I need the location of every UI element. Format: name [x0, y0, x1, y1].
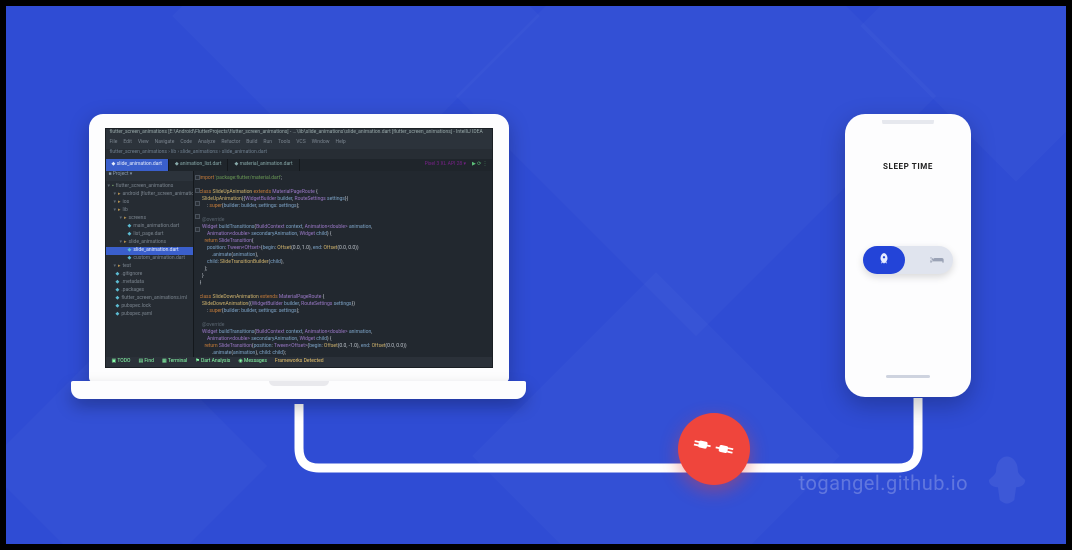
tree-item[interactable]: ◆slide_animation.dart [106, 247, 193, 255]
editor-tab[interactable]: ◆ animation_list.dart [169, 159, 229, 171]
code-line[interactable]: .animate(animation), child: child); [200, 350, 486, 357]
tree-item[interactable]: ◆list_page.dart [106, 231, 193, 239]
watermark-emblem-icon [978, 451, 1036, 514]
menu-build[interactable]: Build [246, 139, 257, 149]
phone: SLEEP TIME [845, 114, 971, 397]
ide-window: flutter_screen_animations [E:\Android\Fl… [105, 128, 493, 368]
tree-item[interactable]: ◆custom_animation.dart [106, 255, 193, 263]
menu-window[interactable]: Window [312, 139, 330, 149]
laptop-screen: flutter_screen_animations [E:\Android\Fl… [89, 114, 509, 382]
code-line[interactable]: : super(builder: builder, settings: sett… [200, 308, 486, 315]
project-tool-window[interactable]: ■ Project ▾ ▾▪flutter_screen_animations▾… [106, 171, 194, 357]
menu-tools[interactable]: Tools [278, 139, 290, 149]
run-target-dropdown[interactable]: Pixel 3 XL API 28 ▾ [425, 161, 466, 169]
tree-item[interactable]: ◆pubspec.yaml [106, 311, 193, 319]
tree-item[interactable]: ◆.packages [106, 287, 193, 295]
code-editor[interactable]: import 'package:flutter/material.dart'; … [194, 171, 492, 357]
status-item[interactable]: ▤ Find [138, 358, 154, 366]
status-item[interactable]: ▣ TODO [112, 358, 131, 366]
laptop: flutter_screen_animations [E:\Android\Fl… [71, 114, 526, 399]
code-line[interactable] [200, 210, 486, 217]
connection-node [678, 413, 750, 485]
menu-run[interactable]: Run [263, 139, 272, 149]
plug-icon [693, 426, 735, 472]
tree-item[interactable]: ◆.gitignore [106, 271, 193, 279]
tree-item[interactable]: ▾▸android [flutter_screen_animations_and… [106, 191, 193, 199]
code-line[interactable]: Widget buildTransitions(BuildContext con… [200, 329, 486, 336]
ide-statusbar: ▣ TODO ▤ Find ▦ Terminal ⚑ Dart Analysis ◉ M… [106, 357, 492, 367]
code-line[interactable]: ); [200, 266, 486, 273]
hero-illustration: flutter_screen_animations [E:\Android\Fl… [6, 6, 1066, 544]
status-item[interactable]: ◉ Messages [238, 358, 267, 366]
menu-file[interactable]: File [110, 139, 118, 149]
slider-thumb[interactable] [863, 246, 905, 274]
code-line[interactable]: position: Tween<Offset>(begin: Offset(0.… [200, 245, 486, 252]
app-title: SLEEP TIME [855, 162, 961, 171]
code-line[interactable]: Animation<double> secondaryAnimation, Wi… [200, 336, 486, 343]
watermark: togangel.github.io [799, 451, 1036, 514]
code-line[interactable] [200, 315, 486, 322]
code-line[interactable]: class SlideDownAnimation extends Materia… [200, 294, 486, 301]
status-item[interactable]: Frameworks Detected [275, 358, 324, 366]
project-tool-header[interactable]: ■ Project ▾ [106, 171, 193, 181]
code-line[interactable]: @override [200, 217, 486, 224]
status-item[interactable]: ▦ Terminal [162, 358, 187, 366]
menu-help[interactable]: Help [336, 139, 346, 149]
tree-item[interactable]: ◆.metadata [106, 279, 193, 287]
tree-item[interactable]: ▾▸slide_animations [106, 239, 193, 247]
laptop-base [71, 381, 526, 399]
code-line[interactable]: return SlideTransition(position: Tween<O… [200, 343, 486, 350]
code-line[interactable]: } [200, 273, 486, 280]
menu-analyze[interactable]: Analyze [198, 139, 215, 149]
code-line[interactable]: } [200, 280, 486, 287]
tree-item[interactable]: ▾▸lib [106, 207, 193, 215]
tree-item[interactable]: ◆main_animation.dart [106, 223, 193, 231]
ide-titlebar: flutter_screen_animations [E:\Android\Fl… [106, 129, 492, 139]
tree-item[interactable]: ▾▸test [106, 263, 193, 271]
tree-item[interactable]: ▾▸ios [106, 199, 193, 207]
menu-refactor[interactable]: Refactor [221, 139, 240, 149]
ide-menubar[interactable]: File Edit View Navigate Code Analyze Refactor B… [106, 139, 492, 149]
slide-to-sleep-slider[interactable] [863, 246, 953, 274]
code-line[interactable] [200, 287, 486, 294]
menu-edit[interactable]: Edit [123, 139, 131, 149]
tree-item[interactable]: ◆pubspec.lock [106, 303, 193, 311]
watermark-text: togangel.github.io [799, 471, 968, 495]
menu-vcs[interactable]: VCS [296, 139, 305, 149]
home-indicator [886, 375, 930, 378]
code-line[interactable]: SlideUpAnimation({WidgetBuilder builder,… [200, 196, 486, 203]
run-actions[interactable]: ▶ ⟳ ⋮ [472, 161, 488, 169]
phone-screen: SLEEP TIME [855, 124, 961, 383]
code-line[interactable]: child: SlideTransitionBuilder(child), [200, 259, 486, 266]
tree-item[interactable]: ◆flutter_screen_animations.iml [106, 295, 193, 303]
tree-item[interactable]: ▾▪flutter_screen_animations [106, 183, 193, 191]
code-line[interactable]: Widget buildTransitions(BuildContext con… [200, 224, 486, 231]
ide-tabhost: ◆ slide_animation.dart◆ animation_list.d… [106, 159, 492, 171]
menu-view[interactable]: View [138, 139, 149, 149]
menu-code[interactable]: Code [180, 139, 192, 149]
bg-shape [472, 272, 840, 544]
code-line[interactable]: : super(builder: builder, settings: sett… [200, 203, 486, 210]
editor-tab[interactable]: ◆ slide_animation.dart [106, 159, 169, 171]
code-line[interactable]: import 'package:flutter/material.dart'; [200, 175, 486, 182]
code-line[interactable]: return SlideTransition( [200, 238, 486, 245]
status-item[interactable]: ⚑ Dart Analysis [195, 358, 230, 366]
editor-tab[interactable]: ◆ material_animation.dart [228, 159, 299, 171]
code-line[interactable]: @override [200, 322, 486, 329]
code-line[interactable]: .animate(animation), [200, 252, 486, 259]
code-line[interactable]: class SlideUpAnimation extends MaterialP… [200, 189, 486, 196]
rocket-icon [877, 251, 891, 270]
tree-item[interactable]: ▾▸screens [106, 215, 193, 223]
bed-icon [929, 251, 945, 270]
code-line[interactable]: SlideDownAnimation({WidgetBuilder builde… [200, 301, 486, 308]
code-line[interactable]: Animation<double> secondaryAnimation, Wi… [200, 231, 486, 238]
ide-breadcrumbs[interactable]: flutter_screen_animations › lib › slide_… [106, 149, 492, 159]
menu-navigate[interactable]: Navigate [155, 139, 175, 149]
code-line[interactable] [200, 182, 486, 189]
